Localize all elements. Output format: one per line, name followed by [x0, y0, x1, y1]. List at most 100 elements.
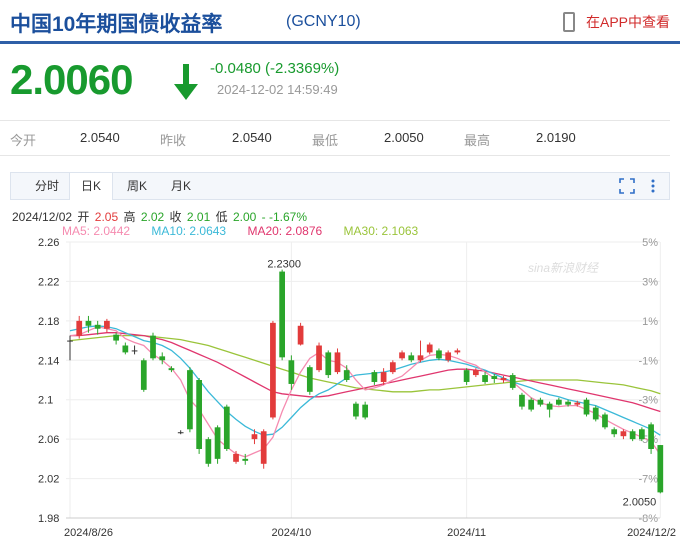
candle-body — [288, 360, 295, 384]
candle-body — [648, 424, 654, 449]
candle-body — [343, 370, 350, 380]
candle-body — [519, 394, 525, 407]
price-change: -0.0480 (-2.3369%) — [210, 60, 340, 77]
x-tick-label: 2024/12/2 — [627, 527, 676, 539]
stats-row: 今开 2.0540 昨收 2.0540 最低 2.0050 最高 2.0190 — [0, 120, 670, 156]
candle-body — [187, 370, 193, 430]
candle-body — [279, 271, 286, 358]
candle-body — [159, 356, 166, 361]
candle-body — [528, 399, 535, 410]
candle-body — [445, 352, 452, 361]
down-arrow-icon — [174, 64, 198, 100]
x-tick-label: 2024/8/26 — [64, 527, 113, 539]
candle-body — [260, 431, 267, 464]
info-date: 2024/12/02 — [12, 210, 73, 224]
info-low: 2.00 — [232, 210, 257, 224]
pct-tick-label: -1% — [638, 355, 658, 367]
candle-body — [500, 378, 507, 380]
candle-body — [150, 335, 156, 359]
x-tick-label: 2024/10 — [271, 527, 311, 539]
info-low-label: 低 — [215, 210, 228, 224]
candle-body — [104, 320, 110, 329]
candle-body — [436, 350, 442, 359]
candle-body — [177, 432, 184, 434]
candle-body — [389, 362, 396, 373]
candle-body — [491, 376, 498, 380]
page-title: 中国10年期国债收益率 — [10, 13, 223, 36]
fullscreen-icon[interactable] — [619, 178, 635, 194]
stat-low-label: 最低 — [312, 133, 339, 148]
ma5-line — [69, 326, 661, 458]
candle-body — [85, 320, 92, 326]
candle-body — [463, 370, 470, 382]
y-tick-label: 2.02 — [38, 474, 59, 486]
candle-body — [306, 367, 313, 392]
info-open-label: 开 — [77, 210, 90, 224]
y-tick-label: 2.1 — [38, 395, 53, 407]
y-tick-label: 2.22 — [38, 276, 59, 288]
candle-body — [472, 370, 479, 376]
candle-body — [509, 375, 516, 388]
candle-body — [297, 325, 304, 345]
candle-body — [620, 431, 627, 437]
candle-body — [574, 402, 581, 405]
candle-body — [362, 404, 369, 418]
stat-high-value: 2.0190 — [536, 130, 576, 145]
candle-body — [602, 414, 608, 428]
candle-body — [353, 403, 359, 417]
more-options-icon[interactable] — [645, 178, 661, 194]
candle-body — [537, 399, 544, 405]
info-close-label: 收 — [169, 210, 182, 224]
stat-prevclose-label: 昨收 — [160, 133, 187, 148]
y-tick-label: 2.18 — [38, 316, 59, 328]
open-in-app-link[interactable]: 在APP中查看 — [586, 12, 670, 32]
candle-body — [205, 439, 212, 464]
candle-body — [334, 352, 341, 373]
candle-body — [371, 372, 378, 382]
candle-body — [583, 399, 590, 415]
candle-body — [408, 355, 415, 361]
y-tick-label: 1.98 — [38, 513, 59, 525]
high-value-label: 2.2300 — [267, 259, 301, 271]
header-bar: 中国10年期国债收益率 (GCNY10) 在APP中查看 — [0, 0, 680, 44]
tab-monthly[interactable]: 月K — [159, 173, 203, 199]
tab-intraday[interactable]: 分时 — [25, 173, 69, 199]
quote-summary: 2.0060 -0.0480 (-2.3369%) 2024-12-02 14:… — [0, 52, 680, 112]
current-price: 2.0060 — [10, 56, 133, 103]
candle-body — [380, 372, 387, 382]
candle-body — [242, 458, 249, 461]
candle-body — [482, 375, 488, 382]
info-open: 2.05 — [94, 210, 119, 224]
info-close: 2.01 — [186, 210, 211, 224]
candle-body — [76, 320, 83, 336]
candle-body — [67, 340, 73, 342]
quote-time: 2024-12-02 14:59:49 — [217, 82, 338, 97]
phone-icon[interactable] — [563, 12, 575, 32]
candle-body — [113, 334, 119, 341]
x-tick-label: 2024/11 — [447, 527, 486, 539]
chart-tabs: 分时 日K 周K 月K — [10, 172, 670, 200]
stat-low-value: 2.0050 — [384, 130, 424, 145]
candle-body — [223, 406, 230, 449]
candle-info-line: 2024/12/02 开 2.05 高 2.02 收 2.01 低 2.00 -… — [12, 208, 309, 225]
candle-body — [611, 429, 618, 435]
y-tick-label: 2.14 — [38, 355, 59, 367]
low-value-label: 2.0050 — [623, 496, 657, 508]
watermark-text: sina新浪财经 — [528, 261, 600, 275]
candle-body — [592, 407, 599, 420]
stat-high-label: 最高 — [464, 133, 491, 148]
tab-daily[interactable]: 日K — [69, 173, 113, 200]
pct-tick-label: 1% — [642, 316, 658, 328]
candle-body — [657, 445, 664, 493]
candle-body — [546, 403, 553, 410]
candle-body — [316, 345, 322, 371]
ticker-code: (GCNY10) — [286, 13, 361, 30]
tab-weekly[interactable]: 周K — [115, 173, 159, 199]
info-high-label: 高 — [123, 210, 136, 224]
kline-chart[interactable]: 2.26 2.22 2.18 2.14 2.1 2.06 2.02 1.98 5% 3% 1% -1%… — [0, 236, 680, 539]
candle-body — [270, 322, 276, 418]
stat-prevclose-value: 2.0540 — [232, 130, 272, 145]
candle-body — [555, 399, 562, 405]
info-change: - -1.67% — [261, 210, 308, 224]
candle-body — [399, 352, 405, 359]
